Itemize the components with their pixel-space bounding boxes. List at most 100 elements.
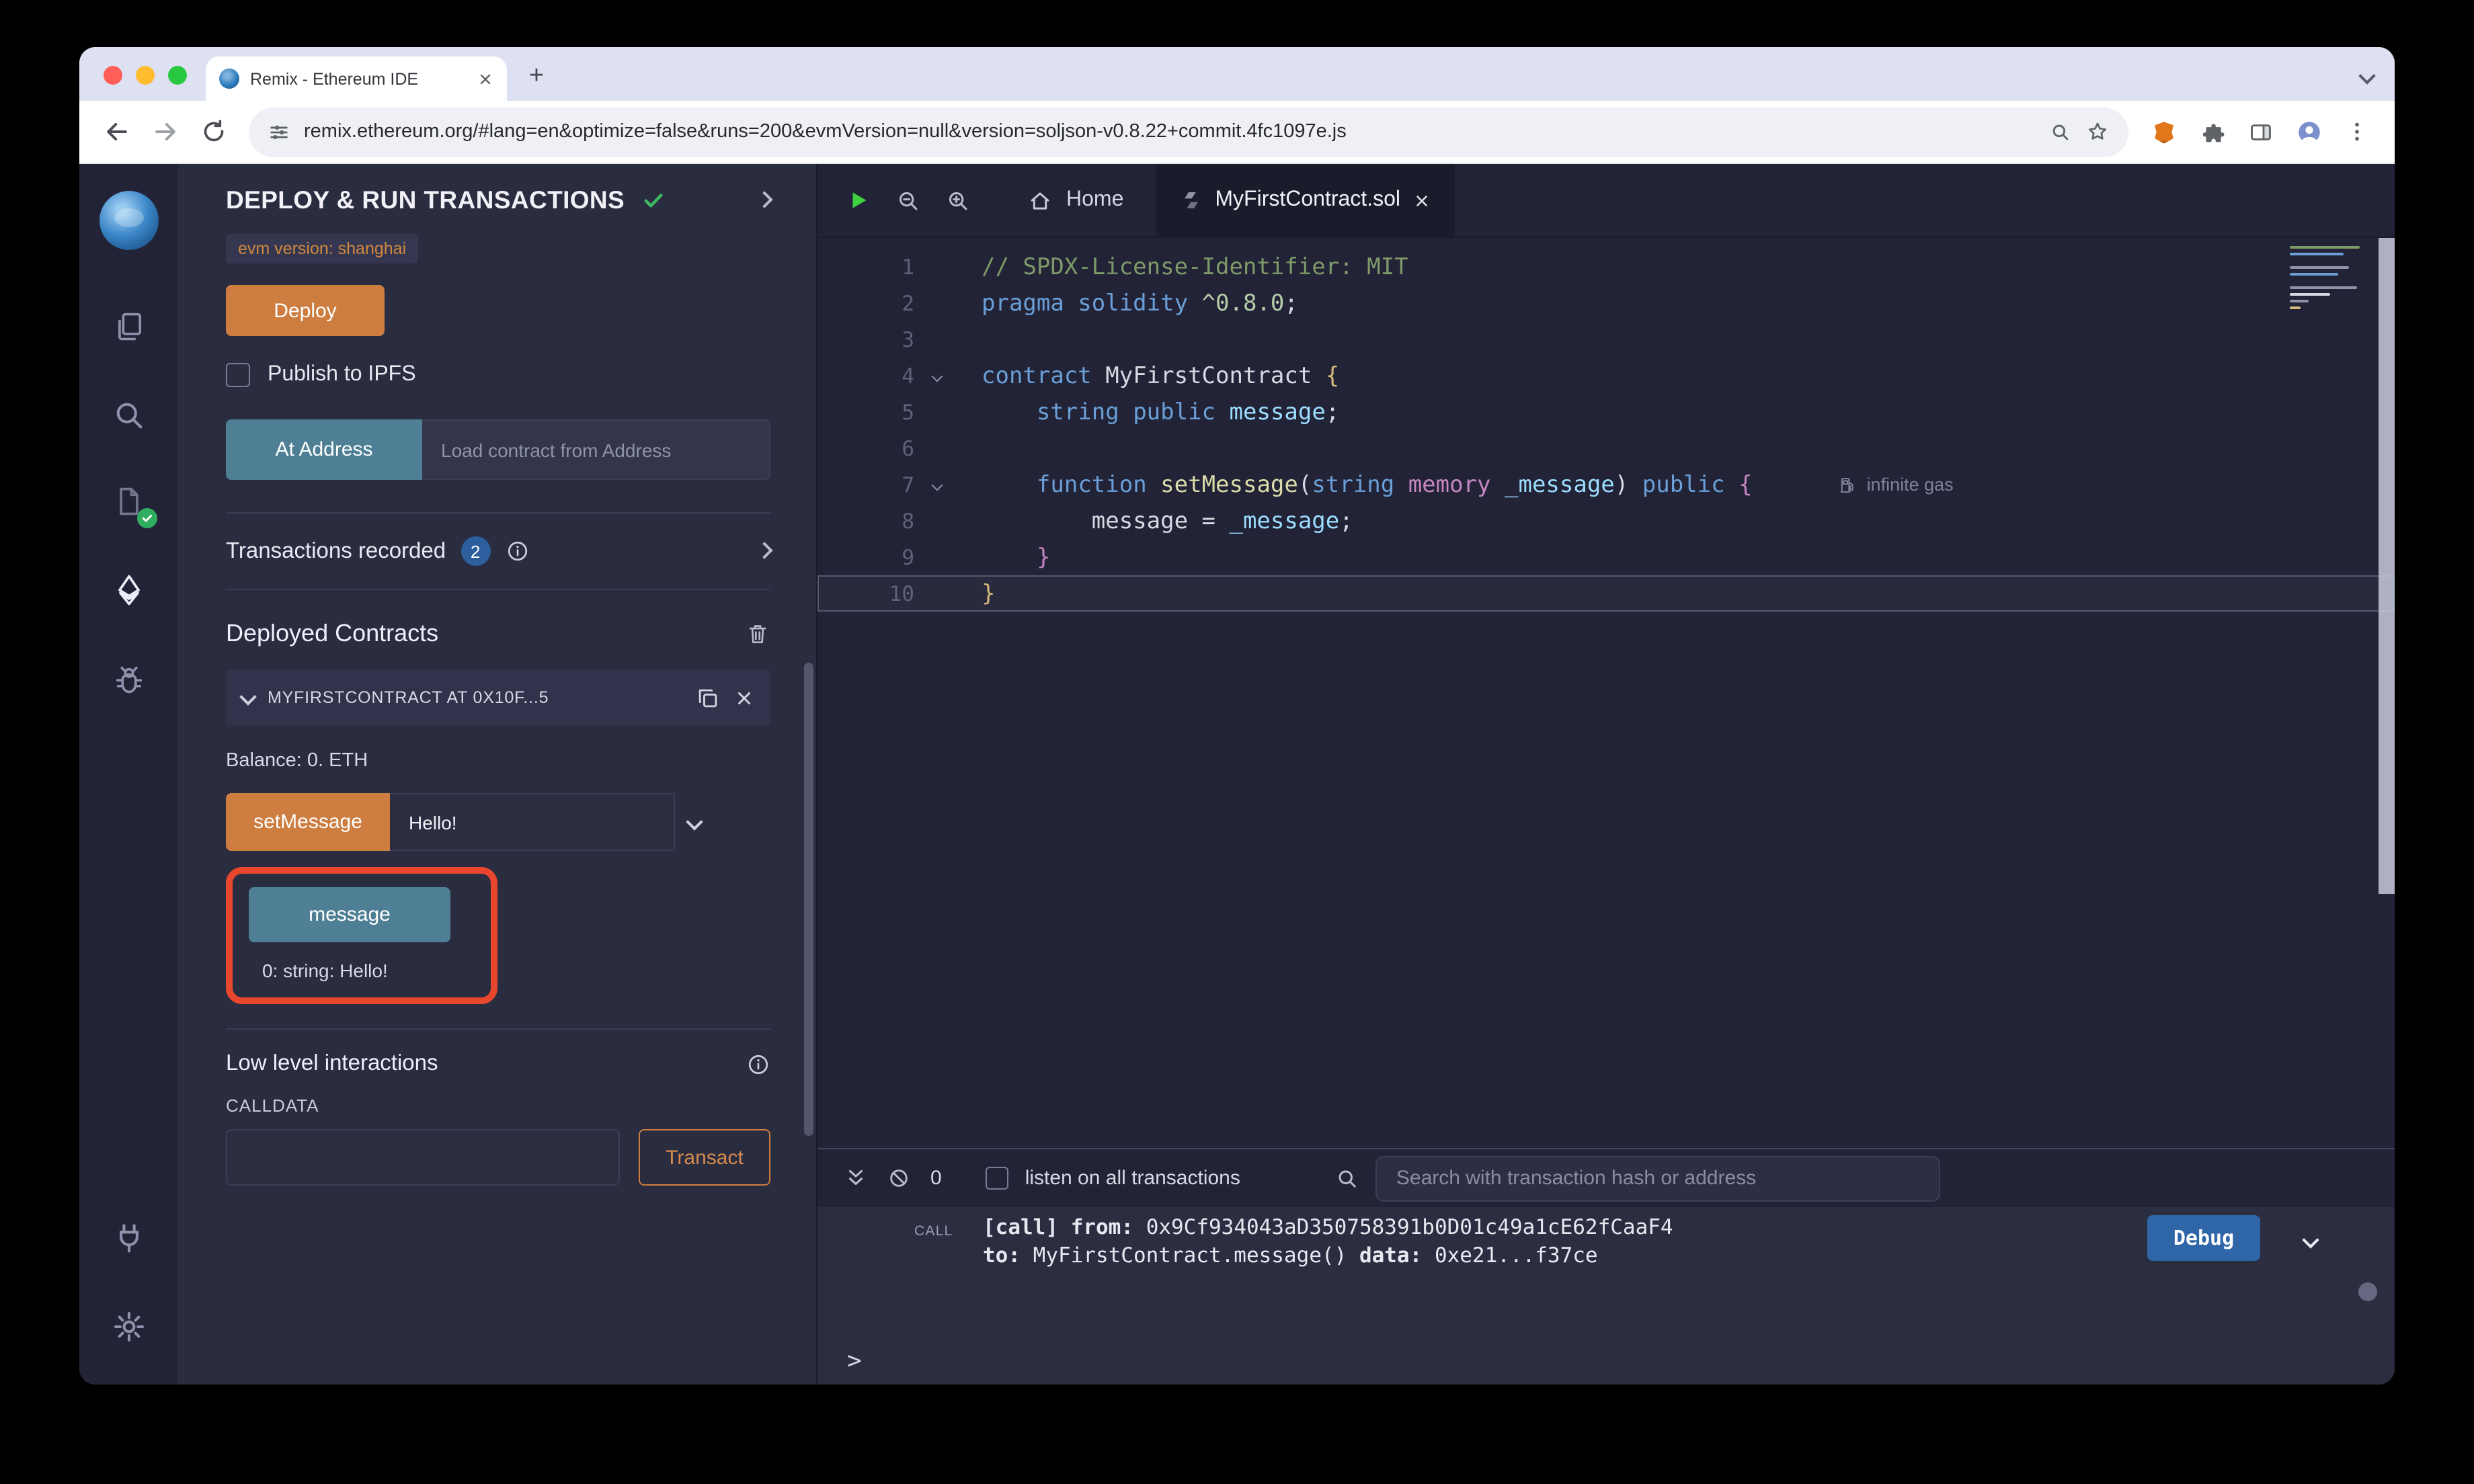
menu-kebab-icon[interactable] xyxy=(2336,110,2379,153)
minimize-window-button[interactable] xyxy=(136,66,155,85)
site-settings-icon[interactable] xyxy=(268,120,290,143)
tab-strip: Remix - Ethereum IDE + xyxy=(79,47,2395,101)
browser-tab-title: Remix - Ethereum IDE xyxy=(250,69,467,88)
maximize-window-button[interactable] xyxy=(168,66,187,85)
code-text: // SPDX-License-Identifier: MIT xyxy=(960,253,1408,280)
terminal-scroll-handle[interactable] xyxy=(2358,1282,2377,1301)
line-number: 4 xyxy=(817,364,914,388)
metamask-icon[interactable] xyxy=(2142,110,2185,153)
listen-checkbox[interactable] xyxy=(986,1167,1009,1190)
close-file-tab-icon[interactable] xyxy=(1414,192,1431,209)
plugin-manager-icon[interactable] xyxy=(106,1215,151,1261)
publish-ipfs-checkbox[interactable] xyxy=(226,363,250,387)
deployed-contract-item[interactable]: MYFIRSTCONTRACT AT 0X10F...5 xyxy=(226,669,770,726)
log-line-1[interactable]: [call] from: 0x9Cf934043aD350758391b0D01… xyxy=(983,1214,2099,1242)
tab-file[interactable]: MyFirstContract.sol xyxy=(1156,164,1455,237)
compile-success-badge xyxy=(136,508,157,528)
collapse-terminal-icon[interactable] xyxy=(844,1167,867,1190)
debug-button[interactable]: Debug xyxy=(2147,1215,2260,1261)
code-line[interactable]: 1// SPDX-License-Identifier: MIT xyxy=(817,249,2395,285)
code-line[interactable]: 2pragma solidity ^0.8.0; xyxy=(817,285,2395,321)
tab-search-chevron-icon[interactable] xyxy=(2361,65,2373,89)
profile-avatar[interactable] xyxy=(2287,110,2330,153)
log-expand-chevron-icon[interactable] xyxy=(2305,1226,2317,1251)
url-bar[interactable]: remix.ethereum.org/#lang=en&optimize=fal… xyxy=(249,107,2128,157)
fold-chevron-icon[interactable] xyxy=(914,372,960,380)
url-text[interactable]: remix.ethereum.org/#lang=en&optimize=fal… xyxy=(304,121,2036,142)
clear-console-icon[interactable] xyxy=(887,1167,910,1190)
deploy-button[interactable]: Deploy xyxy=(226,285,385,336)
code-line[interactable]: 9 } xyxy=(817,539,2395,575)
line-number: 2 xyxy=(817,291,914,315)
sidebar-item-solidity-compiler[interactable] xyxy=(106,479,151,524)
browser-tab[interactable]: Remix - Ethereum IDE xyxy=(206,56,507,101)
code-line[interactable]: 8 message = _message; xyxy=(817,503,2395,539)
terminal-toolbar: 0 listen on all transactions xyxy=(817,1149,2395,1207)
new-tab-button[interactable]: + xyxy=(518,58,555,95)
back-button[interactable] xyxy=(95,110,138,153)
solidity-file-icon xyxy=(1180,190,1201,211)
code-lines[interactable]: 1// SPDX-License-Identifier: MIT2pragma … xyxy=(817,249,2395,612)
panel-collapse-chevron-icon[interactable] xyxy=(758,188,770,212)
info-icon[interactable] xyxy=(505,539,529,563)
terminal: 0 listen on all transactions CALL xyxy=(817,1148,2395,1385)
remove-contract-icon[interactable] xyxy=(734,688,754,708)
browser-toolbar: remix.ethereum.org/#lang=en&optimize=fal… xyxy=(79,101,2395,164)
run-script-play-icon[interactable] xyxy=(844,187,871,214)
log-line-2[interactable]: to: MyFirstContract.message() data: 0xe2… xyxy=(983,1242,2099,1270)
sidebar-item-deploy-run[interactable] xyxy=(106,567,151,613)
settings-gear-icon[interactable] xyxy=(106,1304,151,1350)
code-line[interactable]: 4contract MyFirstContract { xyxy=(817,358,2395,394)
deployed-contracts-header: Deployed Contracts xyxy=(226,620,770,648)
log-lines[interactable]: [call] from: 0x9Cf934043aD350758391b0D01… xyxy=(983,1214,2099,1270)
close-tab-icon[interactable] xyxy=(477,71,493,87)
terminal-search xyxy=(1336,1155,2373,1201)
at-address-input[interactable] xyxy=(422,419,770,480)
transact-button[interactable]: Transact xyxy=(639,1129,770,1186)
tab-home-label: Home xyxy=(1066,188,1123,212)
message-getter-button[interactable]: message xyxy=(249,887,450,942)
fold-chevron-icon[interactable] xyxy=(914,481,960,489)
contract-name: MYFIRSTCONTRACT AT 0X10F...5 xyxy=(268,688,682,707)
publish-ipfs-label: Publish to IPFS xyxy=(268,363,416,387)
editor-scrollbar[interactable] xyxy=(2379,238,2395,894)
listen-row: listen on all transactions xyxy=(986,1167,1240,1190)
transactions-recorded-row: Transactions recorded 2 xyxy=(226,513,770,590)
code-line[interactable]: 7 function setMessage(string memory _mes… xyxy=(817,466,2395,503)
zoom-icon[interactable] xyxy=(2049,120,2072,143)
minimap[interactable] xyxy=(2290,246,2368,309)
sidebar-item-debugger[interactable] xyxy=(106,656,151,702)
code-editor[interactable]: 1// SPDX-License-Identifier: MIT2pragma … xyxy=(817,238,2395,1148)
terminal-prompt[interactable]: > xyxy=(817,1336,2395,1385)
set-message-button[interactable]: setMessage xyxy=(226,793,390,851)
code-line[interactable]: 10} xyxy=(817,575,2395,612)
terminal-search-input[interactable] xyxy=(1376,1155,1941,1201)
panel-scrollbar[interactable] xyxy=(804,663,813,1136)
calldata-input[interactable] xyxy=(226,1129,620,1186)
set-message-expand-chevron-icon[interactable] xyxy=(688,810,701,834)
transactions-expand-chevron-icon[interactable] xyxy=(758,539,770,563)
contract-expand-chevron-icon[interactable] xyxy=(242,686,254,710)
low-level-info-icon[interactable] xyxy=(746,1052,770,1076)
at-address-button[interactable]: At Address xyxy=(226,419,422,480)
line-number: 8 xyxy=(817,509,914,533)
gas-annotation: infinite gas xyxy=(1839,475,1954,495)
sidebar-item-search[interactable] xyxy=(106,393,151,438)
zoom-out-icon[interactable] xyxy=(895,188,921,213)
bookmark-star-icon[interactable] xyxy=(2085,120,2110,144)
code-line[interactable]: 6 xyxy=(817,430,2395,466)
trash-icon[interactable] xyxy=(745,621,770,647)
zoom-in-icon[interactable] xyxy=(945,188,971,213)
copy-address-icon[interactable] xyxy=(695,685,721,710)
sidebar-item-file-explorer[interactable] xyxy=(106,304,151,349)
code-line[interactable]: 5 string public message; xyxy=(817,394,2395,430)
reload-button[interactable] xyxy=(192,110,235,153)
code-line[interactable]: 3 xyxy=(817,321,2395,358)
set-message-input[interactable] xyxy=(390,793,675,851)
extensions-puzzle-icon[interactable] xyxy=(2190,110,2233,153)
tab-home[interactable]: Home xyxy=(995,164,1156,237)
remix-logo[interactable] xyxy=(99,191,158,250)
close-window-button[interactable] xyxy=(104,66,122,85)
side-panel-icon[interactable] xyxy=(2239,110,2282,153)
forward-button[interactable] xyxy=(144,110,187,153)
